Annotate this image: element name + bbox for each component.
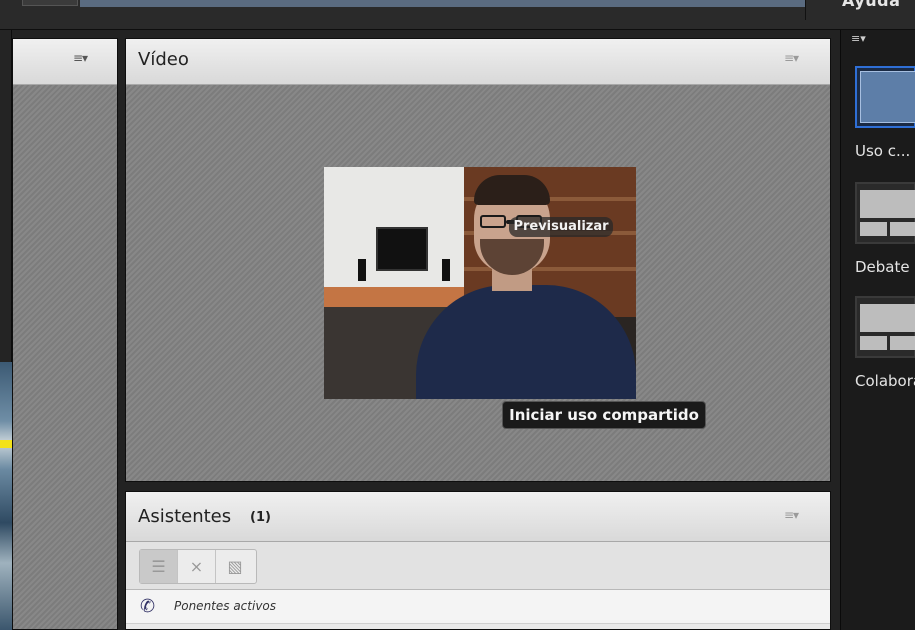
layout-item[interactable]: Colaboración [855,296,915,390]
layout-label: Colaboración [855,372,915,390]
background-image-sliver [0,362,12,630]
menubar-divider [805,0,806,20]
pod-menu-icon[interactable]: ≡▾ [784,508,799,522]
phone-icon: ✆ [140,596,156,617]
layout-thumbnail [855,296,915,358]
pod-menu-icon[interactable]: ≡▾ [784,51,799,65]
grid-view-icon[interactable]: ⨯ [178,550,216,583]
layout-label: Debate [855,258,910,276]
layout-item[interactable]: Uso c... [855,66,915,160]
speaker [358,259,366,281]
layout-thumbnail [855,66,915,128]
attendees-pod-header: Asistentes (1) ≡▾ [126,492,830,542]
attendee-details-icon[interactable]: ▧ [216,550,254,583]
pod-menu-icon[interactable]: ≡▾ [73,51,88,65]
left-pod-header: ≡▾ [13,39,117,85]
video-pod-title: Vídeo [138,49,189,70]
menu-help[interactable]: Ayuda [842,0,900,10]
start-sharing-button[interactable]: Iniciar uso compartido [502,401,706,429]
list-view-icon[interactable]: ☰ [140,550,178,583]
monitor [376,227,428,271]
layout-thumbnail [855,182,915,244]
image-highlight [0,440,12,448]
view-toggle-group: ☰ ⨯ ▧ [139,549,257,584]
attendees-toolbar: ☰ ⨯ ▧ [126,542,830,590]
layouts-panel: ≡▾ Uso c... Debate Colaboración [840,30,915,630]
person-hair [474,175,550,205]
active-speakers-label: Ponentes activos [174,599,277,613]
layouts-menu-icon[interactable]: ≡▾ [851,32,866,45]
video-pod: Vídeo ≡▾ Previsualizar Iniciar uso compa… [125,38,831,482]
left-pod-body [13,85,117,629]
title-strip [80,0,805,7]
attendees-pod-title: Asistentes [138,506,232,527]
webcam-preview [324,167,636,399]
active-speakers-row[interactable]: ✆ Ponentes activos [126,590,830,624]
speaker [442,259,450,281]
layout-label: Uso c... [855,142,911,160]
layout-item[interactable]: Debate [855,182,915,276]
attendee-count: (1) [250,510,271,525]
desk [324,287,464,307]
preview-badge: Previsualizar [509,217,613,237]
toolbar-tab[interactable] [22,0,78,6]
attendees-pod: Asistentes (1) ≡▾ ☰ ⨯ ▧ ✆ Ponentes activ… [125,491,831,630]
video-pod-header: Vídeo ≡▾ [126,39,830,85]
connect-meeting-window: Ayuda ≡▾ Vídeo ≡▾ Previsualizar Iniciar … [0,0,915,630]
top-menubar: Ayuda [0,0,915,30]
left-pod: ≡▾ [12,38,118,630]
